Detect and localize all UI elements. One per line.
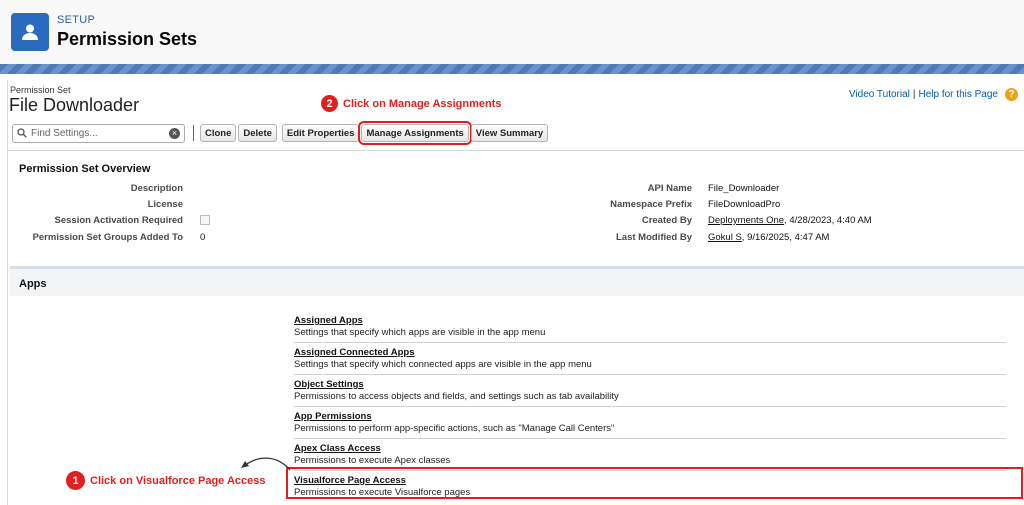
toolbar-divider [8, 150, 1024, 151]
user-icon [11, 13, 49, 51]
detail-value: Gokul S, 9/16/2025, 4:47 AM [708, 232, 829, 243]
delete-button[interactable]: Delete [238, 124, 277, 142]
page-header-title: Permission Sets [57, 29, 198, 49]
help-links: Video Tutorial | Help for this Page ? [849, 88, 1018, 101]
view-summary-button[interactable]: View Summary [470, 124, 549, 142]
last-modified-date: , 9/16/2025, 4:47 AM [741, 232, 830, 243]
app-item-link[interactable]: Assigned Connected Apps [294, 347, 415, 358]
edit-properties-button[interactable]: Edit Properties [281, 124, 360, 142]
detail-value: 0 [200, 232, 206, 243]
app-item-link[interactable]: App Permissions [294, 411, 372, 422]
detail-label: API Name [647, 183, 692, 194]
detail-label: License [147, 199, 183, 210]
app-item-object-settings[interactable]: Object Settings Permissions to access ob… [294, 375, 1006, 407]
detail-label: Permission Set Groups Added To [32, 232, 183, 243]
find-settings-input[interactable] [31, 127, 161, 139]
annotation-number: 1 [66, 471, 85, 490]
annotation-text: Click on Visualforce Page Access [90, 474, 266, 487]
setup-label: SETUP [57, 14, 96, 26]
created-by-user-link[interactable]: Deployments One [708, 215, 784, 226]
main-content: Permission Set File Downloader Video Tut… [7, 80, 1024, 505]
detail-label: Description [130, 183, 183, 194]
overview-section-title: Permission Set Overview [19, 163, 151, 175]
page-title: File Downloader [9, 95, 140, 115]
created-by-date: , 4/28/2023, 4:40 AM [784, 215, 872, 226]
last-modified-user-link[interactable]: Gokul S [708, 232, 742, 243]
detail-label: Namespace Prefix [610, 199, 692, 210]
help-icon[interactable]: ? [1005, 88, 1018, 101]
detail-value: Deployments One, 4/28/2023, 4:40 AM [708, 215, 872, 226]
setup-header: SETUP Permission Sets [0, 0, 1024, 64]
app-item-link[interactable]: Object Settings [294, 379, 364, 390]
annotation-step-2: 2 Click on Manage Assignments [321, 95, 502, 112]
app-item-app-permissions[interactable]: App Permissions Permissions to perform a… [294, 407, 1006, 439]
annotation-text: Click on Manage Assignments [343, 97, 502, 110]
session-activation-checkbox [200, 215, 210, 226]
detail-label: Session Activation Required [54, 215, 183, 226]
manage-assignments-button[interactable]: Manage Assignments [358, 121, 472, 145]
toolbar-separator [193, 125, 194, 141]
apps-section-title: Apps [19, 278, 47, 290]
clone-button[interactable]: Clone [200, 124, 237, 142]
app-item-description: Permissions to perform app-specific acti… [294, 423, 615, 434]
find-settings-box: × [12, 123, 185, 143]
app-item-description: Settings that specify which apps are vis… [294, 327, 546, 338]
annotation-arrow-icon [241, 457, 291, 471]
record-type-label: Permission Set [10, 85, 71, 95]
detail-label: Created By [641, 215, 692, 226]
detail-label: Last Modified By [615, 232, 692, 243]
app-item-description: Permissions to execute Apex classes [294, 455, 451, 466]
help-for-page-link[interactable]: Help for this Page [919, 89, 999, 100]
clear-search-icon[interactable]: × [169, 127, 180, 139]
app-item-link[interactable]: Assigned Apps [294, 315, 363, 326]
annotation-number: 2 [321, 95, 338, 112]
search-icon [17, 128, 27, 138]
toolbar: × Clone Delete Edit Properties Manage As… [12, 121, 549, 145]
annotation-step-1: 1 Click on Visualforce Page Access [66, 471, 265, 490]
app-item-assigned-connected-apps[interactable]: Assigned Connected Apps Settings that sp… [294, 343, 1006, 375]
video-tutorial-link[interactable]: Video Tutorial [849, 89, 910, 100]
app-item-description: Settings that specify which connected ap… [294, 359, 592, 370]
app-item-link[interactable]: Apex Class Access [294, 443, 381, 454]
visualforce-highlight-box [286, 467, 1023, 499]
app-item-description: Permissions to access objects and fields… [294, 391, 619, 402]
link-separator: | [912, 89, 916, 100]
detail-value: File_Downloader [708, 183, 780, 194]
app-item-assigned-apps[interactable]: Assigned Apps Settings that specify whic… [294, 311, 1006, 343]
apps-section-header: Apps [10, 266, 1024, 296]
decorative-band [0, 64, 1024, 74]
detail-value: FileDownloadPro [708, 199, 781, 210]
